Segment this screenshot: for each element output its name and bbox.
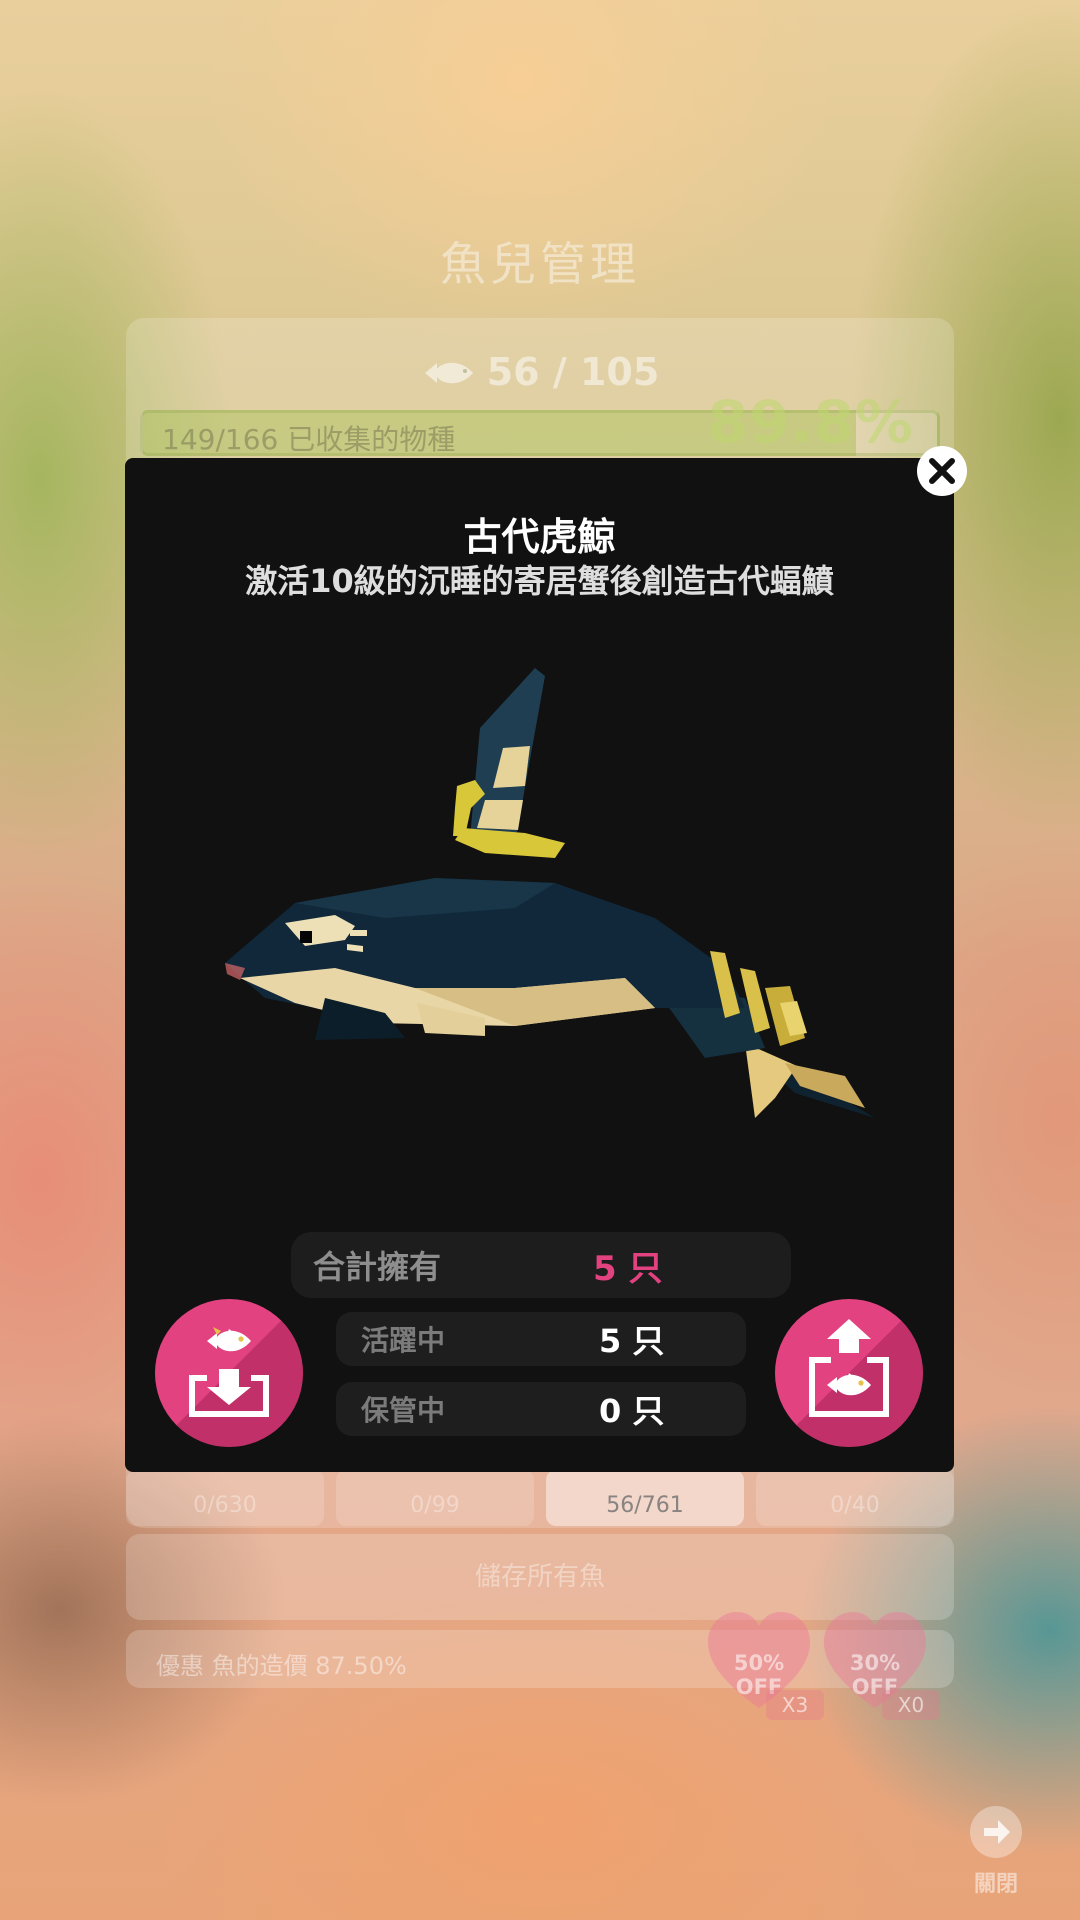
tab-category-4[interactable]: 0/40 — [756, 1470, 954, 1526]
coupon-percent: 30% — [849, 1651, 901, 1675]
release-fish-icon — [809, 1319, 889, 1417]
total-owned-value: 5 只 — [593, 1248, 663, 1289]
store-fish-icon — [189, 1327, 269, 1417]
stored-label: 保管中 — [361, 1394, 446, 1427]
active-label: 活躍中 — [361, 1324, 446, 1357]
collection-text: 149/166 已收集的物種 — [162, 423, 456, 456]
close-dialog-button[interactable] — [917, 446, 967, 496]
tab-category-2[interactable]: 0/99 — [336, 1470, 534, 1526]
coupon-count: X3 — [766, 1690, 824, 1720]
arrow-right-icon — [984, 1820, 1010, 1844]
page-title: 魚兒管理 — [440, 237, 640, 291]
tab-category-3[interactable]: 56/761 — [546, 1470, 744, 1526]
fish-name: 古代虎鯨 — [463, 515, 616, 559]
active-value: 5 只 — [599, 1322, 665, 1360]
coupon-count: X0 — [882, 1690, 940, 1720]
tab-category-1[interactable]: 0/630 — [126, 1470, 324, 1526]
total-owned-row: 合計擁有 5 只 — [291, 1232, 791, 1298]
fish-count: 56 / 105 — [0, 350, 1080, 398]
active-row: 活躍中 5 只 — [336, 1312, 746, 1366]
close-icon — [929, 458, 955, 484]
fish-count-value: 56 / 105 — [486, 350, 660, 394]
ancient-orca-illustration — [225, 668, 875, 1118]
close-screen-label: 關閉 — [973, 1872, 1018, 1897]
fish-unlock-hint: 激活10級的沉睡的寄居蟹後創造古代蝠鱝 — [245, 562, 834, 600]
fish-icon — [421, 354, 477, 398]
discount-text: 優惠 魚的造價 87.50% — [156, 1652, 407, 1680]
fish-detail-dialog: 古代虎鯨 激活10級的沉睡的寄居蟹後創造古代蝠鱝 合計擁有 5 只 活躍中 5 … — [125, 458, 954, 1472]
collection-percent: 89.8% — [707, 388, 914, 456]
stored-value: 0 只 — [599, 1392, 665, 1430]
total-owned-label: 合計擁有 — [313, 1248, 442, 1286]
release-fish-button[interactable] — [775, 1299, 923, 1447]
stored-row: 保管中 0 只 — [336, 1382, 746, 1436]
store-fish-button[interactable] — [155, 1299, 303, 1447]
coupon-percent: 50% — [733, 1651, 785, 1675]
close-screen-button[interactable] — [970, 1806, 1022, 1858]
